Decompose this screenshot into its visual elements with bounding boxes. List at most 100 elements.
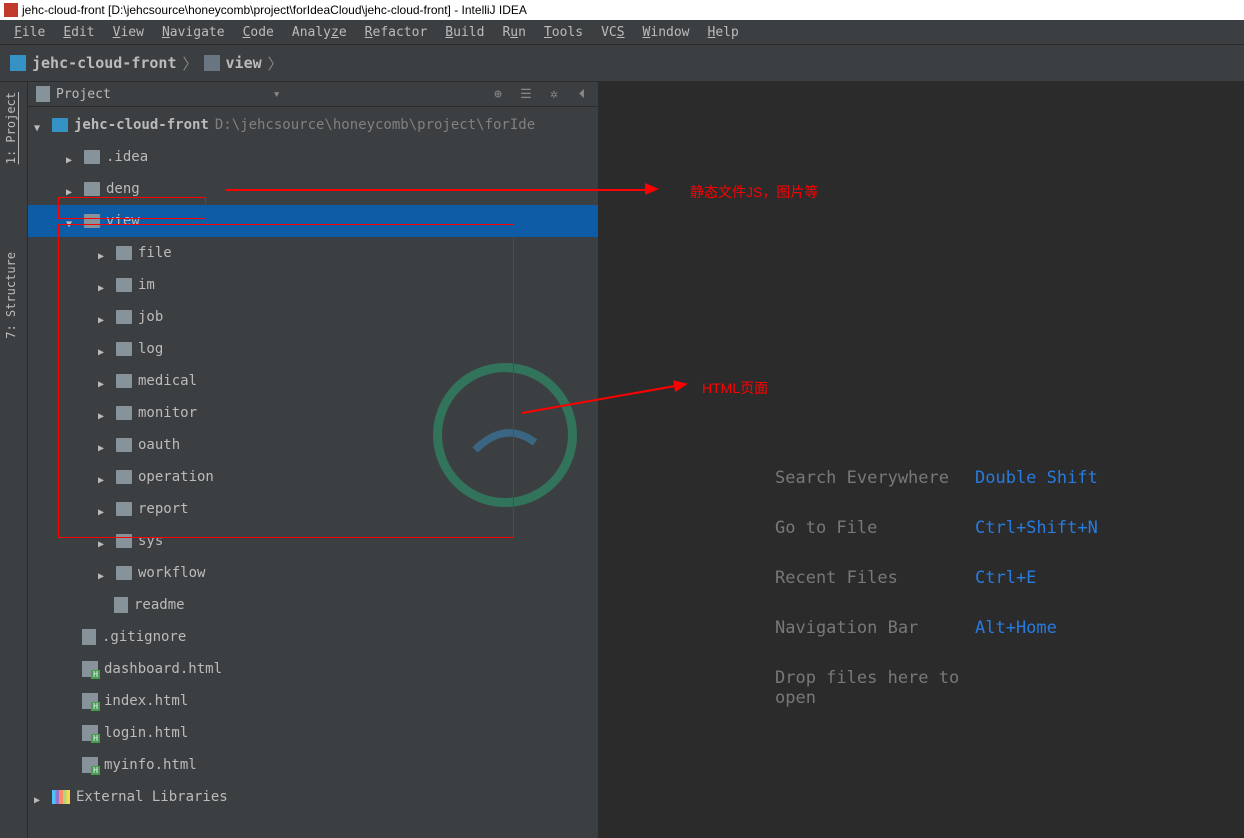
tree-workflow[interactable]: workflow xyxy=(28,557,598,589)
menu-analyze[interactable]: Analyze xyxy=(284,23,355,42)
window-title: jehc-cloud-front [D:\jehcsource\honeycom… xyxy=(22,3,527,17)
tree-log[interactable]: log xyxy=(28,333,598,365)
expand-icon[interactable] xyxy=(98,375,110,387)
welcome-label: Go to File xyxy=(775,518,975,538)
hide-icon[interactable]: ⏴ xyxy=(574,86,590,102)
arrow-head-mid xyxy=(673,378,689,392)
expand-icon[interactable] xyxy=(66,215,78,227)
project-icon xyxy=(10,55,26,71)
folder-icon xyxy=(116,374,132,388)
expand-icon[interactable] xyxy=(98,439,110,451)
folder-icon xyxy=(84,214,100,228)
tree-dashboard.html[interactable]: dashboard.html xyxy=(28,653,598,685)
folder-icon xyxy=(116,310,132,324)
expand-icon[interactable] xyxy=(98,311,110,323)
menu-run[interactable]: Run xyxy=(494,23,533,42)
welcome-label: Search Everywhere xyxy=(775,468,975,488)
tree-file[interactable]: file xyxy=(28,237,598,269)
folder-icon xyxy=(84,182,100,196)
expand-icon[interactable] xyxy=(34,119,46,131)
collapse-all-icon[interactable]: ☰ xyxy=(518,86,534,102)
tree-myinfo.html[interactable]: myinfo.html xyxy=(28,749,598,781)
folder-icon xyxy=(116,502,132,516)
tree-oauth[interactable]: oauth xyxy=(28,429,598,461)
tree-idea[interactable]: .idea xyxy=(28,141,598,173)
module-icon xyxy=(52,118,68,132)
vtab-structure[interactable]: 7: Structure xyxy=(0,242,22,349)
annotation-top: 静态文件JS，图片等 xyxy=(690,182,818,202)
html-icon xyxy=(82,725,98,741)
folder-icon xyxy=(116,534,132,548)
breadcrumb-project[interactable]: jehc-cloud-front xyxy=(32,54,177,72)
folder-icon xyxy=(116,406,132,420)
menu-navigate[interactable]: Navigate xyxy=(154,23,233,42)
tree-sys[interactable]: sys xyxy=(28,525,598,557)
tree-root[interactable]: jehc-cloud-front D:\jehcsource\honeycomb… xyxy=(28,109,598,141)
tree-index.html[interactable]: index.html xyxy=(28,685,598,717)
tree-operation[interactable]: operation xyxy=(28,461,598,493)
menu-tools[interactable]: Tools xyxy=(536,23,591,42)
expand-icon[interactable] xyxy=(98,247,110,259)
folder-icon xyxy=(116,470,132,484)
menu-help[interactable]: Help xyxy=(700,23,747,42)
menu-code[interactable]: Code xyxy=(235,23,282,42)
arrow-head-top xyxy=(645,183,659,195)
welcome-shortcut: Alt+Home xyxy=(975,618,1057,638)
folder-icon xyxy=(116,438,132,452)
gear-icon[interactable]: ✲ xyxy=(546,86,562,102)
file-icon xyxy=(82,629,96,645)
expand-icon[interactable] xyxy=(66,151,78,163)
tree-libraries[interactable]: External Libraries xyxy=(28,781,598,813)
menu-view[interactable]: View xyxy=(105,23,152,42)
welcome-row: Navigation BarAlt+Home xyxy=(775,618,1144,638)
welcome-label: Recent Files xyxy=(775,568,975,588)
panel-dropdown-icon[interactable] xyxy=(273,87,281,102)
tree-im[interactable]: im xyxy=(28,269,598,301)
scroll-from-source-icon[interactable]: ⊕ xyxy=(490,86,506,102)
expand-icon[interactable] xyxy=(98,407,110,419)
menu-build[interactable]: Build xyxy=(437,23,492,42)
menu-file[interactable]: File xyxy=(6,23,53,42)
tree-view[interactable]: view xyxy=(28,205,598,237)
tree-gitignore[interactable]: .gitignore xyxy=(28,621,598,653)
folder-icon xyxy=(116,246,132,260)
menu-refactor[interactable]: Refactor xyxy=(357,23,436,42)
html-icon xyxy=(82,693,98,709)
menu-vcs[interactable]: VCS xyxy=(593,23,632,42)
tree-job[interactable]: job xyxy=(28,301,598,333)
project-tree[interactable]: jehc-cloud-front D:\jehcsource\honeycomb… xyxy=(28,107,598,838)
folder-icon xyxy=(84,150,100,164)
tree-monitor[interactable]: monitor xyxy=(28,397,598,429)
panel-title: Project xyxy=(56,87,111,102)
breadcrumb-sep: 〉 xyxy=(183,53,198,74)
tree-readme[interactable]: readme xyxy=(28,589,598,621)
expand-icon[interactable] xyxy=(98,567,110,579)
expand-icon[interactable] xyxy=(34,791,46,803)
vtab-project[interactable]: 1: Project xyxy=(0,82,22,174)
titlebar: jehc-cloud-front [D:\jehcsource\honeycom… xyxy=(0,0,1244,20)
welcome-label: Navigation Bar xyxy=(775,618,975,638)
tree-login.html[interactable]: login.html xyxy=(28,717,598,749)
project-panel: Project ⊕ ☰ ✲ ⏴ jehc-cloud-front D:\jehc… xyxy=(28,82,599,838)
expand-icon[interactable] xyxy=(98,503,110,515)
expand-icon[interactable] xyxy=(98,343,110,355)
tree-medical[interactable]: medical xyxy=(28,365,598,397)
tree-report[interactable]: report xyxy=(28,493,598,525)
menu-window[interactable]: Window xyxy=(635,23,698,42)
breadcrumb-folder[interactable]: view xyxy=(226,54,262,72)
menu-edit[interactable]: Edit xyxy=(55,23,102,42)
folder-icon xyxy=(116,566,132,580)
welcome-row: Go to FileCtrl+Shift+N xyxy=(775,518,1144,538)
library-icon xyxy=(52,790,70,804)
expand-icon[interactable] xyxy=(66,183,78,195)
welcome-row: Search EverywhereDouble Shift xyxy=(775,468,1144,488)
html-icon xyxy=(82,661,98,677)
html-icon xyxy=(82,757,98,773)
menubar: File Edit View Navigate Code Analyze Ref… xyxy=(0,20,1244,44)
clipboard-icon xyxy=(36,86,50,102)
expand-icon[interactable] xyxy=(98,535,110,547)
folder-icon xyxy=(116,342,132,356)
expand-icon[interactable] xyxy=(98,279,110,291)
expand-icon[interactable] xyxy=(98,471,110,483)
welcome-shortcut: Ctrl+E xyxy=(975,568,1036,588)
